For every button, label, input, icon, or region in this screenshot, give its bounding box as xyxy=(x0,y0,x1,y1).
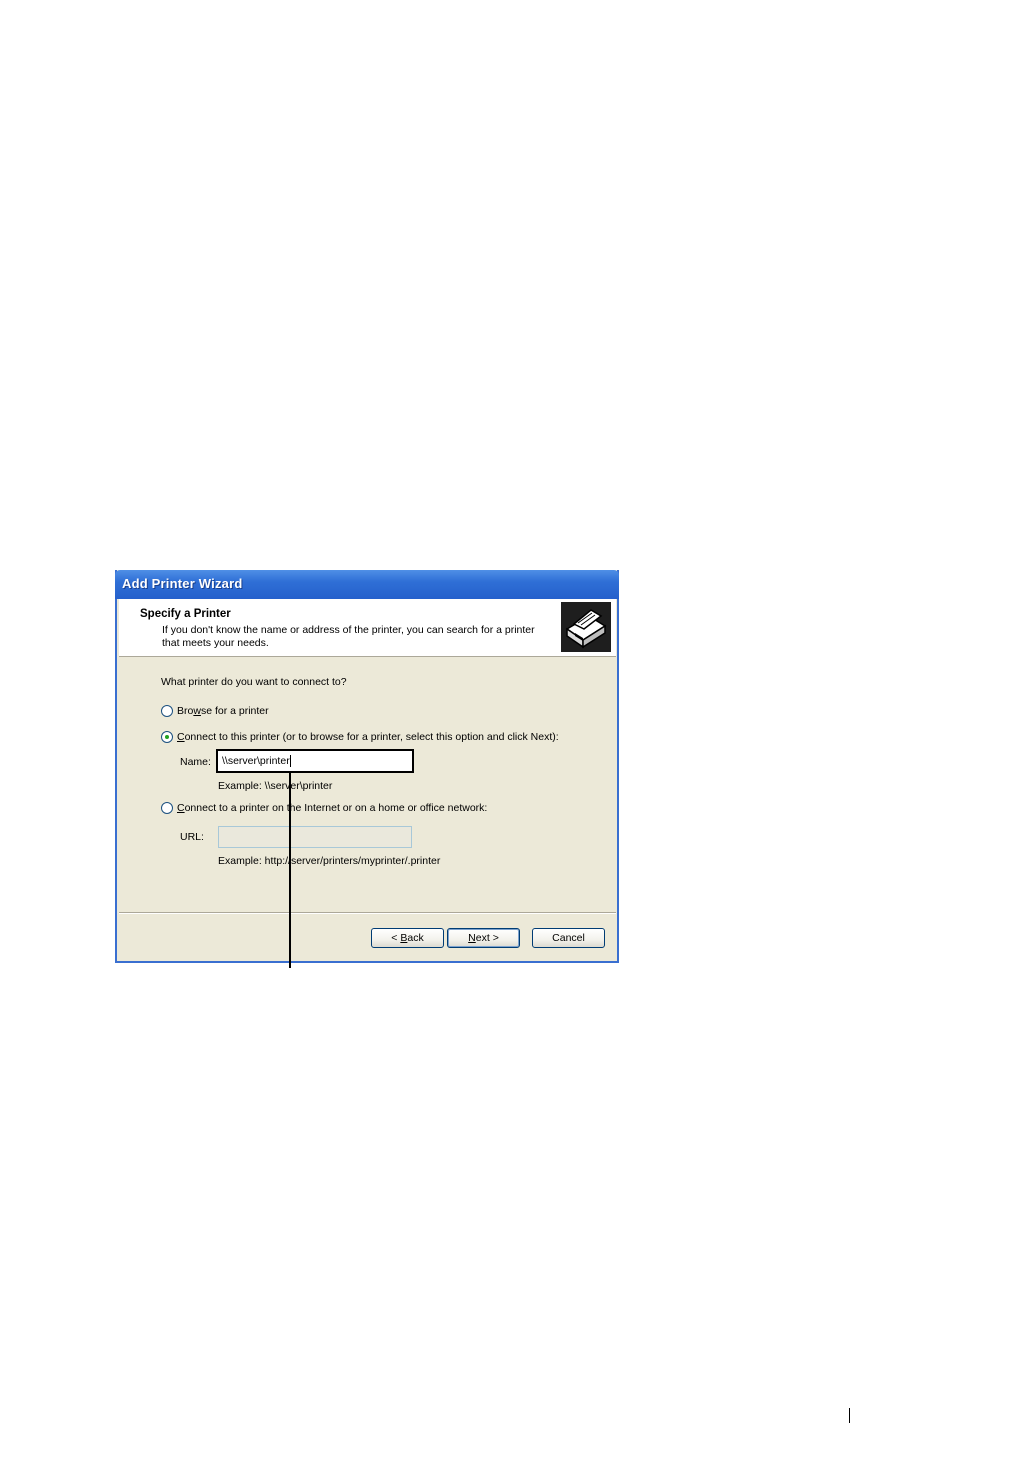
name-input[interactable]: \\server\printer xyxy=(216,749,414,773)
radio-connect-internet[interactable] xyxy=(161,802,173,814)
radio-connect-internet-label[interactable]: Connect to a printer on the Internet or … xyxy=(177,802,487,814)
next-button[interactable]: Next > xyxy=(447,928,520,948)
footer-separator-highlight xyxy=(119,913,616,914)
page-title: Specify a Printer xyxy=(140,608,231,620)
header-description-line-1: If you don't know the name or address of… xyxy=(162,624,535,636)
url-example: Example: http://server/printers/myprinte… xyxy=(218,855,441,867)
name-example: Example: \\server\printer xyxy=(218,780,333,792)
radio-browse[interactable] xyxy=(161,705,173,717)
window-title: Add Printer Wizard xyxy=(122,576,243,591)
printer-icon xyxy=(561,602,611,652)
callout-line xyxy=(289,773,291,968)
radio-browse-label[interactable]: Browse for a printer xyxy=(177,705,269,717)
wizard-header: Specify a Printer If you don't know the … xyxy=(119,599,616,657)
radio-connect-named-label[interactable]: Connect to this printer (or to browse fo… xyxy=(177,731,559,743)
cancel-button[interactable]: Cancel xyxy=(532,928,605,948)
name-label: Name: xyxy=(180,756,211,768)
back-button[interactable]: < Back xyxy=(371,928,444,948)
radio-selected-dot xyxy=(165,735,169,739)
name-input-value: \\server\printer xyxy=(222,755,290,767)
url-input[interactable] xyxy=(218,826,412,848)
url-label: URL: xyxy=(180,831,204,843)
radio-connect-named[interactable] xyxy=(161,731,173,743)
header-description-line-2: that meets your needs. xyxy=(162,637,269,649)
question-label: What printer do you want to connect to? xyxy=(161,676,347,688)
page-number-divider xyxy=(849,1408,850,1423)
title-bar[interactable]: Add Printer Wizard xyxy=(115,570,619,599)
text-cursor xyxy=(289,755,291,768)
